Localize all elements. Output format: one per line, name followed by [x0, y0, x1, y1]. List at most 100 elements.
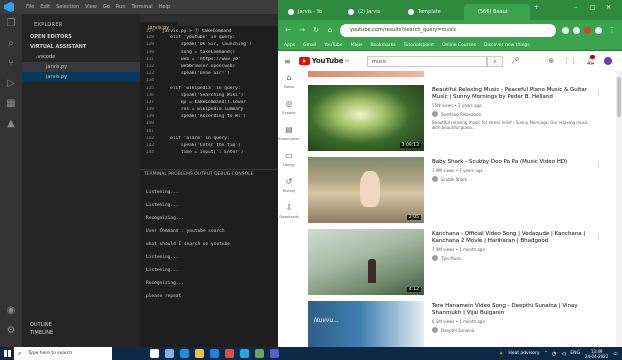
extension-icon[interactable]	[584, 26, 591, 34]
app-icon[interactable]	[255, 349, 264, 358]
video-result[interactable]: Nuvvu... Tere Hanamein Video Song - Deep…	[308, 301, 608, 347]
bookmark-item[interactable]: Discover new things	[484, 43, 530, 48]
video-channel[interactable]: Scubbi Shark	[432, 176, 592, 182]
video-thumbnail[interactable]: Nuvvu...	[308, 301, 424, 347]
taskbar-search-input[interactable]: Type here to search	[14, 347, 112, 360]
video-thumbnail[interactable]: 4:12	[308, 229, 424, 295]
weather-icon[interactable]: ☀	[499, 351, 503, 357]
video-result[interactable]: 2:05 Baby Shark - Scubby Doo Pa Pa (Musi…	[308, 157, 608, 223]
settings-gear-icon[interactable]: ⚙	[0, 321, 22, 341]
guide-library[interactable]: ▭ Library	[278, 149, 300, 175]
search-icon[interactable]: ⌕	[0, 34, 22, 54]
teams-icon[interactable]	[270, 349, 279, 358]
video-title[interactable]: Baby Shark - Scubby Doo Pa Pa (Music Vid…	[432, 159, 592, 166]
video-title[interactable]: Kanchana - Official Video Song | Vedaqud…	[432, 231, 592, 245]
guide-subscriptions[interactable]: ▤ Subscriptions	[278, 123, 300, 149]
notifications-bell-icon[interactable]: 🔔︎	[586, 55, 596, 65]
chrome-icon[interactable]	[225, 349, 234, 358]
open-editors-section[interactable]: OPEN EDITORS	[22, 32, 140, 42]
microphone-icon[interactable]: 🎤︎	[511, 57, 520, 65]
menu-terminal[interactable]: Terminal	[132, 4, 153, 10]
volume-icon[interactable]: ◁	[561, 351, 565, 357]
video-channel[interactable]: Deepthi Sunaina	[432, 327, 592, 333]
menu-help[interactable]: Help	[159, 4, 170, 10]
youtube-logo[interactable]: YouTube IN	[298, 57, 349, 65]
bookmark-item[interactable]: Online Courses	[442, 43, 476, 48]
video-result[interactable]: 3:09:13 Beautiful Relaxing Music - Peace…	[308, 85, 608, 151]
page-scrollbar[interactable]	[616, 71, 622, 347]
wifi-icon[interactable]: ◔	[552, 351, 556, 357]
timeline-section[interactable]: TIMELINE	[30, 329, 53, 337]
search-button-icon[interactable]: ⌕	[486, 55, 503, 67]
previous-video-thumbnail[interactable]	[308, 71, 424, 77]
video-title[interactable]: Tere Hanamein Video Song - Deepthi Sunai…	[432, 303, 592, 317]
task-view-icon[interactable]	[165, 349, 174, 358]
more-actions-icon[interactable]: ⋮	[595, 89, 602, 97]
forward-icon[interactable]: →	[298, 26, 306, 34]
guide-history[interactable]: ↺ History	[278, 175, 300, 201]
panel-tabs[interactable]: TERMINAL PROBLEMS OUTPUT DEBUG CONSOLE	[140, 169, 278, 179]
bookmark-item[interactable]: Maps	[351, 43, 363, 48]
address-bar[interactable]: youtube.com/results?search_query=music	[340, 23, 556, 37]
menu-edit[interactable]: Edit	[40, 4, 50, 10]
bookmark-item[interactable]: YouTube	[324, 43, 342, 48]
video-result[interactable]: 4:12 Kanchana - Official Video Song | Ve…	[308, 229, 608, 295]
scrollbar-thumb[interactable]	[617, 77, 621, 117]
video-channel[interactable]: Soothing Relaxation	[432, 111, 592, 117]
edge-icon[interactable]	[180, 349, 189, 358]
file-item[interactable]: jarvis.py	[22, 62, 140, 72]
extensions-icon[interactable]: ▦	[0, 94, 22, 114]
vscode-taskbar-icon[interactable]	[240, 349, 249, 358]
guide-explore[interactable]: ◎ Explore	[278, 97, 300, 123]
video-thumbnail[interactable]: 2:05	[308, 157, 424, 223]
source-control-icon[interactable]: ⑂	[0, 54, 22, 74]
minimize-icon[interactable]: –	[574, 4, 577, 11]
menu-selection[interactable]: Selection	[56, 4, 79, 10]
clock[interactable]: 13:49 24-04-2022	[585, 349, 608, 359]
browser-tab[interactable]: Jarvis - Yo	[284, 4, 342, 20]
testing-icon[interactable]: ▲	[0, 114, 22, 134]
kebab-menu-icon[interactable]: ⋮	[608, 26, 616, 34]
bookmark-item[interactable]: Gmail	[303, 43, 316, 48]
account-icon[interactable]: ◉	[0, 301, 22, 321]
code-view[interactable]: 127 jarvis.py > ⓕ takeCommand 128 elif 'y…	[140, 26, 278, 157]
menu-run[interactable]: Run	[116, 4, 126, 10]
cortana-icon[interactable]	[150, 349, 159, 358]
browser-tab-active[interactable]: (566) Beaut	[464, 4, 530, 20]
workspace-section[interactable]: VIRTUAL ASSISTANT	[22, 42, 140, 52]
start-button[interactable]	[0, 347, 14, 360]
guide-home[interactable]: ⌂ Home	[278, 71, 300, 97]
run-debug-icon[interactable]: ▷	[0, 74, 22, 94]
hamburger-menu-icon[interactable]: ≡	[284, 57, 291, 66]
close-icon[interactable]: ✕	[606, 4, 611, 11]
chevron-up-icon[interactable]: ˄	[545, 351, 548, 357]
browser-tab[interactable]: (2) Jarvis	[344, 4, 402, 20]
maximize-icon[interactable]: □	[590, 4, 596, 11]
home-icon[interactable]: ⌂	[326, 26, 334, 34]
video-thumbnail[interactable]: 3:09:13	[308, 85, 424, 151]
browser-tab[interactable]: Template	[404, 4, 462, 20]
store-icon[interactable]	[210, 349, 219, 358]
video-title[interactable]: Beautiful Relaxing Music - Peaceful Pian…	[432, 87, 592, 101]
bookmark-item[interactable]: Bookmarks	[370, 43, 395, 48]
apps-grid-icon[interactable]: ⋮⋮	[563, 57, 577, 65]
profile-icon[interactable]	[595, 26, 602, 34]
back-icon[interactable]: ←	[284, 26, 292, 34]
weather-text[interactable]: Heat advisory	[508, 351, 539, 356]
create-video-icon[interactable]: ⊕	[548, 57, 554, 65]
menu-file[interactable]: File	[26, 4, 34, 10]
file-explorer-icon[interactable]	[195, 349, 204, 358]
bookmark-item[interactable]: Tutorialspoint	[404, 43, 434, 48]
folder-vscode[interactable]: .vscode	[22, 52, 140, 62]
menu-view[interactable]: View	[85, 4, 97, 10]
notification-center-icon[interactable]: ▭	[613, 351, 618, 357]
explorer-icon[interactable]: ❐	[0, 14, 22, 34]
language-indicator[interactable]: ENG	[570, 351, 580, 356]
outline-section[interactable]: OUTLINE	[30, 321, 53, 329]
file-item-selected[interactable]: jarvis.py	[22, 72, 140, 82]
extension-icon[interactable]	[573, 26, 580, 34]
terminal-output[interactable]: Listening... Listening... Recognizing...…	[140, 186, 278, 303]
reload-icon[interactable]: ↻	[312, 26, 320, 34]
avatar[interactable]	[604, 57, 612, 65]
more-actions-icon[interactable]: ⋮	[595, 161, 602, 169]
